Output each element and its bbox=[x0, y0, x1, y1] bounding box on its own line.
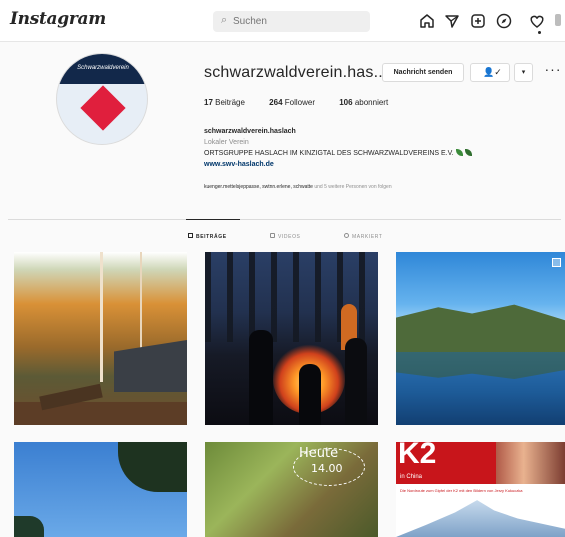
profile-username: schwarzwaldverein.has... bbox=[204, 64, 388, 81]
person-check-icon: 👤✓ bbox=[483, 67, 502, 77]
post-thumbnail-6[interactable]: K2 in China Die Nordroute zum Gipfel der… bbox=[396, 442, 565, 537]
following-button[interactable]: 👤✓ bbox=[470, 63, 510, 82]
profile-stats: 17 Beiträge 264 Follower 106 abonniert bbox=[204, 98, 410, 107]
leaf-emoji-icon bbox=[455, 149, 463, 156]
post-thumbnail-5[interactable]: Heute 14.00 bbox=[205, 442, 378, 537]
posts-stat: 17 Beiträge bbox=[204, 98, 245, 107]
grid-icon bbox=[188, 233, 193, 238]
tab-tagged[interactable]: MARKIERT bbox=[344, 233, 383, 240]
top-navigation-bar: Instagram ⌕ bbox=[0, 0, 565, 42]
tag-icon bbox=[344, 233, 349, 238]
shelter-hut bbox=[114, 340, 187, 392]
notification-dot bbox=[538, 31, 541, 34]
explore-icon[interactable] bbox=[495, 12, 513, 30]
tab-posts[interactable]: BEITRÄGE bbox=[188, 233, 227, 240]
video-icon bbox=[270, 233, 275, 238]
post-thumbnail-2[interactable] bbox=[205, 252, 378, 425]
tree-tip bbox=[14, 516, 44, 537]
suggestions-chevron-button[interactable]: ▾ bbox=[514, 63, 533, 82]
multiple-images-icon bbox=[552, 258, 561, 267]
profile-avatar[interactable]: Schwarzwaldverein bbox=[56, 53, 148, 145]
forest-hills bbox=[396, 304, 565, 354]
send-icon[interactable] bbox=[443, 12, 461, 30]
new-post-icon[interactable] bbox=[469, 12, 487, 30]
post-thumbnail-3[interactable] bbox=[396, 252, 565, 425]
poster-title: K2 bbox=[398, 442, 437, 470]
poster-portraits bbox=[496, 442, 565, 484]
tabs-divider bbox=[8, 219, 561, 220]
active-tab-indicator bbox=[186, 219, 240, 220]
person-silhouette bbox=[249, 330, 273, 425]
tab-videos[interactable]: VIDEOS bbox=[270, 233, 301, 240]
following-stat[interactable]: 106 abonniert bbox=[339, 98, 388, 107]
poster-caption: Die Nordroute zum Gipfel der K2 mit den … bbox=[400, 488, 523, 493]
followers-stat[interactable]: 264 Follower bbox=[269, 98, 315, 107]
forest-ground bbox=[14, 402, 187, 425]
tree-trunk bbox=[100, 252, 103, 382]
profile-website-link[interactable]: www.swv-haslach.de bbox=[204, 159, 554, 170]
followed-by-text[interactable]: kuenger.mettelsjeppasse, swtnn.erlene, s… bbox=[204, 184, 392, 190]
post-thumbnail-1[interactable] bbox=[14, 252, 187, 425]
profile-bio: schwarzwaldverein.haslach Lokaler Verein… bbox=[204, 126, 554, 170]
instagram-logo[interactable]: Instagram bbox=[10, 9, 106, 29]
activity-icon[interactable] bbox=[528, 12, 546, 30]
post-thumbnail-4[interactable] bbox=[14, 442, 187, 537]
search-input[interactable] bbox=[233, 14, 363, 29]
poster-mountain bbox=[396, 500, 565, 537]
more-options-icon[interactable]: ··· bbox=[544, 62, 562, 82]
avatar-diamond-emblem bbox=[80, 85, 126, 131]
search-box[interactable]: ⌕ bbox=[213, 11, 370, 32]
home-icon[interactable] bbox=[418, 12, 436, 30]
poster-subtitle: in China bbox=[400, 474, 423, 480]
person-silhouette bbox=[345, 338, 367, 425]
profile-category: Lokaler Verein bbox=[204, 139, 249, 146]
tree-branches bbox=[118, 442, 187, 492]
profile-full-name: schwarzwaldverein.haslach bbox=[204, 128, 296, 135]
message-button[interactable]: Nachricht senden bbox=[382, 63, 464, 82]
avatar-banner-text: Schwarzwaldverein bbox=[77, 65, 129, 71]
profile-menu-icon[interactable] bbox=[555, 14, 561, 26]
profile-description: ORTSGRUPPE HASLACH IM KINZIGTAL DES SCHW… bbox=[204, 148, 554, 159]
search-icon: ⌕ bbox=[221, 14, 228, 26]
person-silhouette bbox=[299, 364, 321, 425]
tree-emoji-icon bbox=[464, 149, 472, 156]
post-overlay-text: Heute bbox=[299, 446, 339, 461]
post-overlay-time: 14.00 bbox=[311, 462, 343, 475]
